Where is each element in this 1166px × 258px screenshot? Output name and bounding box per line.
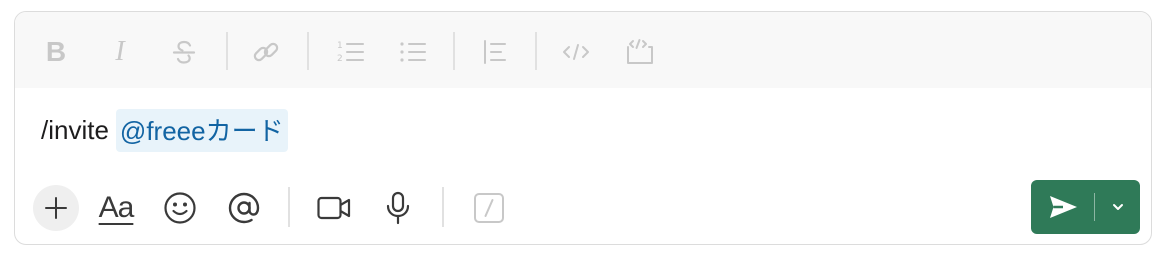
video-clip-button[interactable] (311, 185, 357, 231)
slash-command-icon (474, 193, 504, 223)
message-composer: B I 1 2 /invite @freeeカード Aa (14, 11, 1152, 245)
blockquote-icon (484, 40, 506, 64)
send-divider (1094, 193, 1095, 221)
action-divider (288, 187, 290, 227)
emoji-button[interactable] (157, 185, 203, 231)
send-icon (1050, 196, 1077, 218)
chevron-down-icon (1113, 204, 1123, 210)
toolbar-divider (535, 32, 537, 70)
microphone-icon (386, 191, 410, 225)
toolbar-divider (226, 32, 228, 70)
mention-button[interactable] (221, 185, 267, 231)
emoji-icon (164, 192, 196, 224)
audio-clip-button[interactable] (375, 185, 421, 231)
attach-button[interactable] (33, 185, 79, 231)
italic-icon: I (115, 36, 125, 67)
message-input[interactable]: /invite @freeeカード (41, 109, 288, 152)
code-icon (563, 44, 589, 60)
bulleted-list-button[interactable] (391, 32, 435, 72)
toolbar-divider (307, 32, 309, 70)
blockquote-button[interactable] (473, 32, 517, 72)
send-button-group (1031, 180, 1140, 234)
bulleted-list-icon (400, 42, 426, 62)
mention-icon (228, 192, 260, 224)
strikethrough-button[interactable] (162, 32, 206, 72)
svg-text:2: 2 (337, 54, 343, 64)
code-block-button[interactable] (618, 32, 662, 72)
text-format-icon: Aa (98, 191, 135, 224)
bold-icon: B (45, 36, 67, 67)
action-divider (442, 187, 444, 227)
italic-button[interactable]: I (98, 32, 142, 72)
mention-chip[interactable]: @freeeカード (115, 109, 288, 152)
code-block-icon (627, 39, 653, 64)
schedule-menu-button[interactable] (1096, 180, 1140, 234)
ordered-list-button[interactable]: 1 2 (328, 32, 372, 72)
link-button[interactable] (244, 32, 288, 72)
strikethrough-icon (172, 40, 196, 64)
text-format-button[interactable]: Aa (93, 185, 139, 231)
toolbar-divider (453, 32, 455, 70)
code-button[interactable] (554, 32, 598, 72)
svg-text:1: 1 (337, 41, 343, 51)
video-icon (317, 196, 351, 220)
link-icon (253, 42, 279, 62)
plus-icon (45, 197, 67, 219)
bold-button[interactable]: B (34, 32, 78, 72)
slash-command-button[interactable] (466, 185, 512, 231)
send-button[interactable] (1031, 180, 1095, 234)
ordered-list-icon: 1 2 (337, 41, 364, 64)
formatting-toolbar: B I 1 2 (15, 12, 1151, 88)
command-text: /invite (41, 115, 109, 145)
